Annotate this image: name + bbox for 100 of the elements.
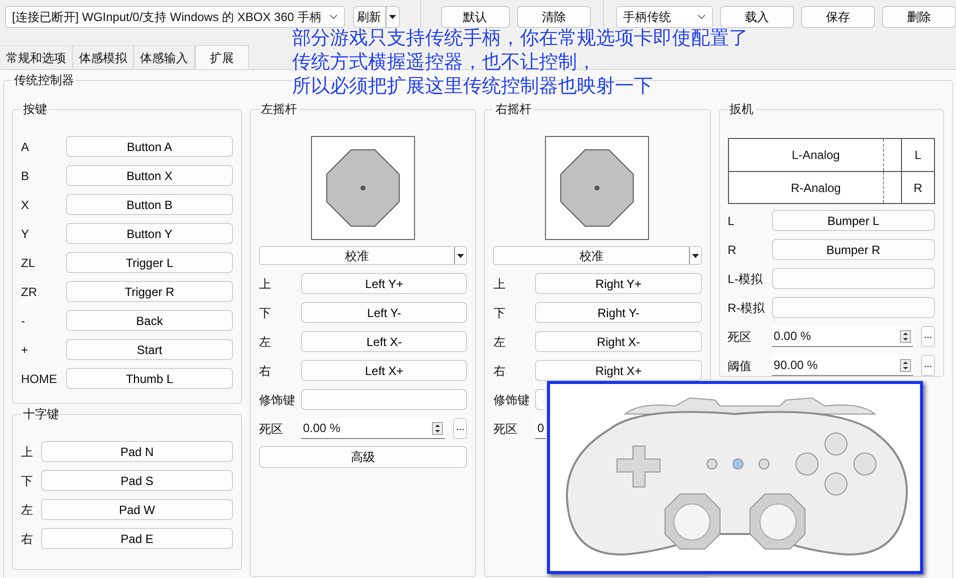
- group-title: 左摇杆: [259, 102, 299, 116]
- more-button[interactable]: ...: [921, 355, 935, 376]
- deadzone-field[interactable]: 0: [535, 418, 546, 439]
- mapping-button[interactable]: Back: [66, 310, 233, 331]
- mapping-button[interactable]: Right Y+: [535, 273, 702, 294]
- mapping-button[interactable]: Trigger R: [66, 281, 233, 302]
- more-button[interactable]: ...: [453, 418, 468, 439]
- field-label: R: [728, 242, 738, 258]
- toolbar-button[interactable]: 保存: [801, 6, 875, 28]
- advanced-button[interactable]: 高级: [259, 446, 468, 468]
- group-title: 右摇杆: [493, 102, 534, 116]
- caret-icon: [457, 254, 464, 258]
- field-label: 死区: [259, 420, 284, 438]
- field-label: 右: [259, 362, 272, 380]
- field-label: 左: [493, 334, 506, 350]
- device-select[interactable]: [连接已断开] WGInput/0/支持 Windows 的 XBOX 360 手柄: [5, 6, 345, 28]
- mapping-button[interactable]: [535, 389, 544, 410]
- field-label: 修饰键: [259, 392, 296, 408]
- calibrate-select[interactable]: 校准: [259, 246, 468, 265]
- toolbar-button[interactable]: 删除: [882, 6, 956, 28]
- field-label: ZR: [21, 284, 38, 300]
- mapping-button[interactable]: Pad N: [41, 441, 233, 462]
- mapping-button[interactable]: [301, 389, 468, 410]
- tab[interactable]: 常规和选项: [0, 45, 73, 69]
- axis-cell: L-Analog: [728, 139, 884, 171]
- field-label: 右: [493, 362, 506, 380]
- mapping-button[interactable]: Button B: [66, 194, 233, 215]
- mapping-button[interactable]: Button A: [66, 136, 233, 157]
- tab[interactable]: 体感输入: [134, 45, 195, 69]
- caret-icon: [389, 15, 396, 19]
- group-title: 十字键: [21, 407, 61, 421]
- toolbar-button[interactable]: 载入: [720, 6, 794, 28]
- field-label: X: [21, 196, 30, 214]
- mapping-button[interactable]: Pad W: [41, 499, 233, 520]
- field-label: 上: [493, 276, 506, 292]
- field-label: L-模拟: [728, 270, 764, 288]
- chevron-icon: [697, 14, 706, 20]
- mapping-button[interactable]: Left Y+: [301, 273, 468, 294]
- field-label: 死区: [728, 328, 753, 346]
- field-label: ZL: [21, 254, 36, 272]
- refresh-button[interactable]: 刷新: [352, 6, 386, 28]
- mapping-button[interactable]: Left Y-: [301, 302, 468, 323]
- tab[interactable]: 体感模拟: [73, 45, 134, 69]
- field-label: 下: [259, 304, 272, 322]
- field-label: 左: [259, 334, 272, 350]
- group-title: 传统控制器: [12, 73, 76, 87]
- annotation-text: 所以必须把扩展这里传统控制器也映射一下: [292, 75, 653, 99]
- mapping-button[interactable]: Right X-: [535, 331, 702, 352]
- mapping-button[interactable]: Pad S: [41, 470, 233, 491]
- axis-cell: R-Analog: [728, 172, 884, 203]
- more-button[interactable]: ...: [921, 326, 935, 347]
- field-label: 下: [21, 472, 34, 490]
- field-label: Y: [21, 226, 30, 242]
- field-label: HOME: [21, 370, 58, 388]
- mapping-button[interactable]: Button Y: [66, 223, 233, 244]
- field-label: 右: [21, 530, 34, 548]
- spin-arrows-icon: [900, 330, 911, 342]
- mapping-button[interactable]: [772, 297, 935, 318]
- group-title: 按键: [21, 102, 49, 116]
- chevron-icon: [328, 14, 338, 20]
- tab[interactable]: 扩展: [195, 45, 249, 69]
- mapping-button[interactable]: Bumper R: [772, 239, 935, 260]
- value-field[interactable]: 0.00 %: [772, 326, 913, 347]
- field-label: A: [21, 138, 30, 156]
- key-cell-text: R: [912, 180, 924, 196]
- field-label: B: [21, 168, 30, 184]
- toolbar-button[interactable]: 清除: [516, 6, 592, 28]
- annotation-text: 传统方式横握遥控器，也不让控制，: [292, 51, 596, 75]
- profile-select[interactable]: 手柄传统: [616, 6, 713, 28]
- mapping-button[interactable]: Start: [66, 339, 233, 360]
- mapping-button[interactable]: Pad E: [41, 528, 233, 549]
- field-label: 上: [259, 276, 272, 292]
- field-label: 下: [493, 304, 506, 322]
- value-field[interactable]: 90.00 %: [772, 355, 913, 376]
- mapping-button[interactable]: [772, 268, 935, 289]
- mapping-button[interactable]: Button X: [66, 165, 233, 186]
- field-label: 阈值: [728, 358, 753, 374]
- annotation-text: 部分游戏只支持传统手柄，你在常规选项卡即使配置了: [292, 27, 748, 51]
- spin-arrows-icon: [432, 422, 444, 434]
- field-label: L: [728, 212, 736, 230]
- mapping-button[interactable]: Right X+: [535, 360, 702, 381]
- mapping-button[interactable]: Left X-: [301, 331, 468, 352]
- deadzone-field[interactable]: 0.00 %: [301, 418, 446, 439]
- dropdown-button[interactable]: [386, 6, 400, 28]
- field-label: 修饰键: [493, 392, 530, 408]
- mapping-button[interactable]: Thumb L: [66, 368, 233, 389]
- key-cell-text: L: [914, 147, 922, 164]
- toolbar-button[interactable]: 默认: [440, 6, 510, 28]
- calibrate-select[interactable]: 校准: [493, 246, 702, 265]
- field-label: R-模拟: [728, 300, 766, 316]
- spin-arrows-icon: [900, 358, 911, 372]
- mapping-button[interactable]: Bumper L: [772, 210, 935, 231]
- group-title: 扳机: [728, 102, 756, 116]
- field-label: 左: [21, 502, 34, 518]
- mapping-button[interactable]: Right Y-: [535, 302, 702, 323]
- field-label: +: [21, 342, 30, 358]
- field-label: 上: [21, 444, 34, 460]
- mapping-button[interactable]: Trigger L: [66, 252, 233, 273]
- mapping-button[interactable]: Left X+: [301, 360, 468, 381]
- caret-icon: [692, 254, 699, 258]
